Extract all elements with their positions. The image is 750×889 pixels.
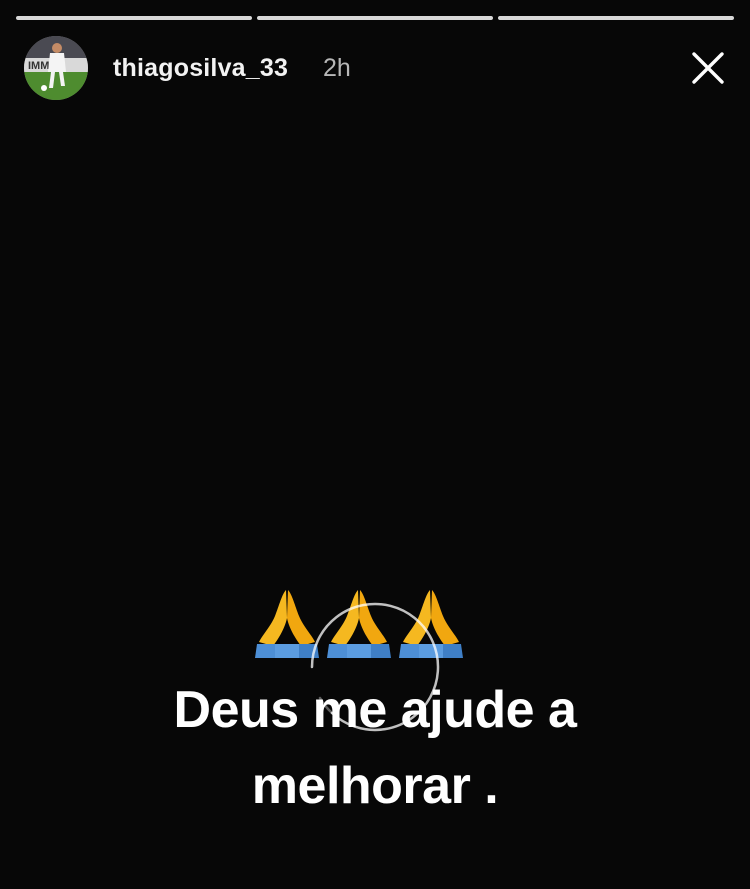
story-progress-bar	[16, 16, 734, 20]
caption-line-2: melhorar .	[251, 757, 499, 815]
post-time: 2h	[323, 54, 351, 82]
story-header: IMM thiagosilva_33 2h	[24, 36, 726, 102]
profile-avatar[interactable]: IMM	[24, 36, 88, 100]
avatar-photo-icon: IMM	[24, 36, 88, 100]
progress-segment-2	[257, 16, 493, 20]
story-viewer[interactable]: IMM thiagosilva_33 2h Deus me ajude a me…	[0, 0, 750, 889]
close-button[interactable]	[690, 50, 726, 86]
caption-line-1: Deus me ajude a	[173, 681, 577, 739]
close-icon	[692, 52, 724, 84]
story-caption: Deus me ajude a melhorar .	[0, 672, 750, 824]
progress-segment-3	[498, 16, 734, 20]
svg-text:IMM: IMM	[28, 60, 49, 72]
username[interactable]: thiagosilva_33	[113, 54, 288, 83]
progress-segment-1	[16, 16, 252, 20]
